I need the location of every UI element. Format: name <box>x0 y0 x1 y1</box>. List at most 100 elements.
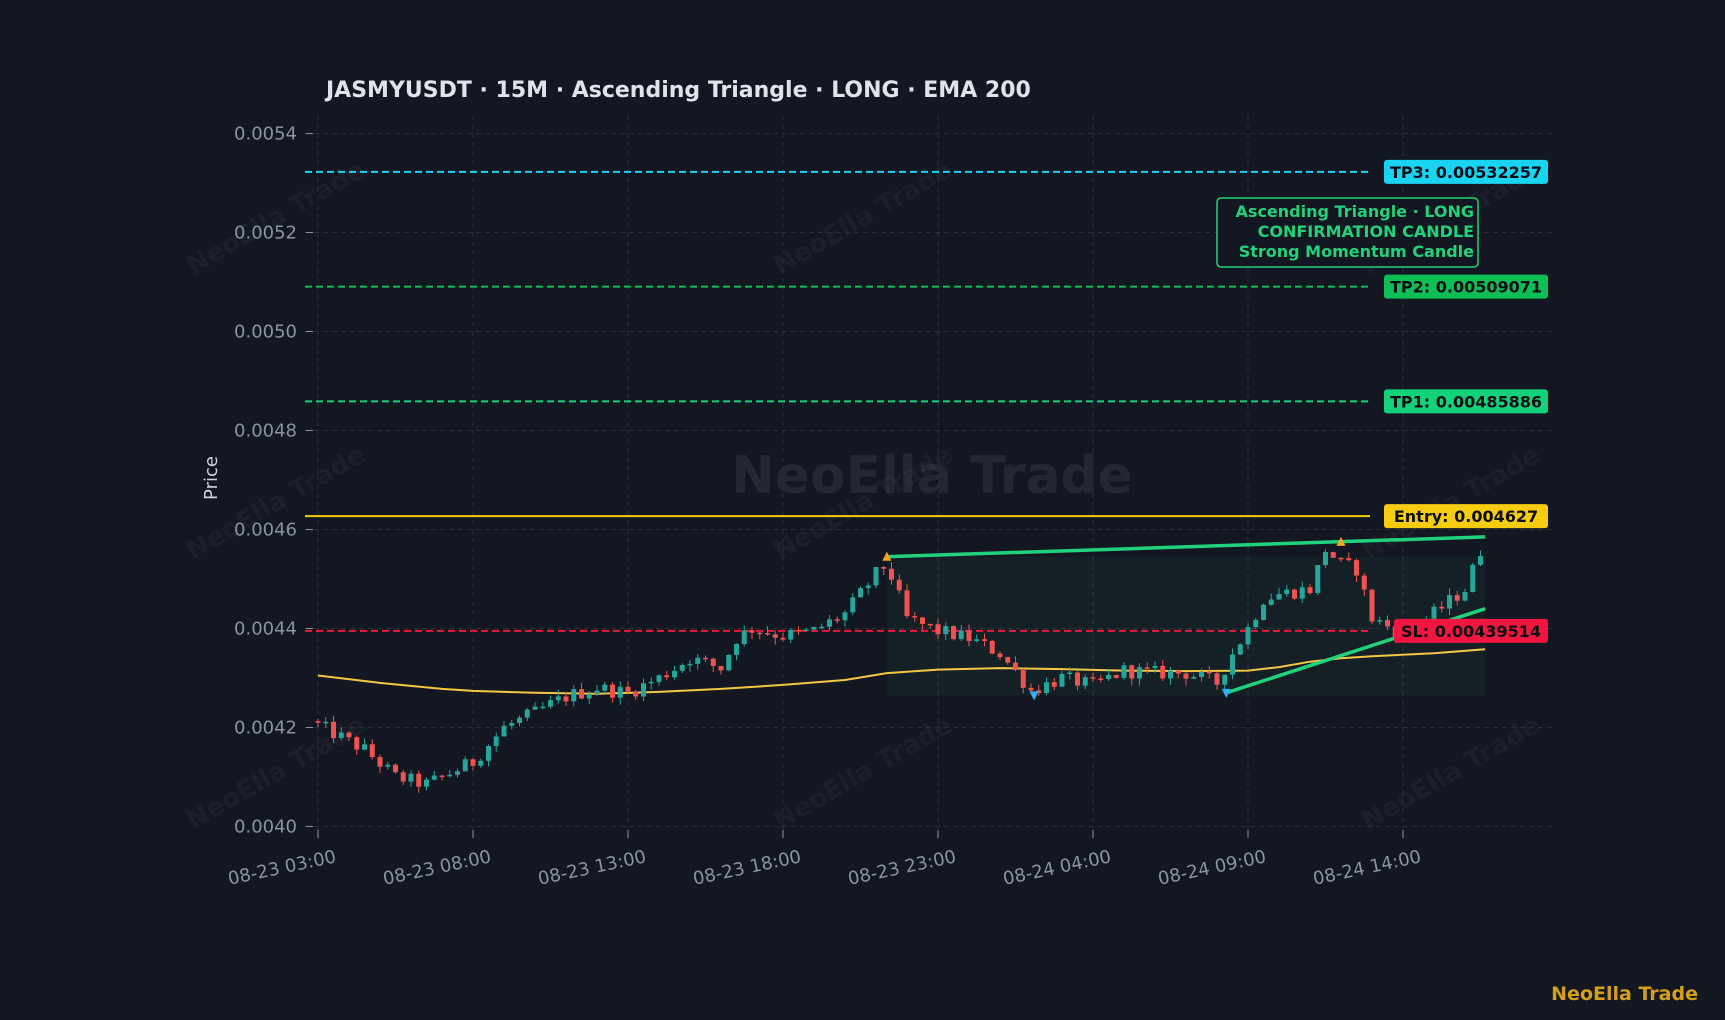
candle-body <box>726 654 732 671</box>
candle-body <box>1276 594 1282 600</box>
candlestick-chart: JASMYUSDT · 15M · Ascending Triangle · L… <box>201 78 1698 1005</box>
candle-body <box>703 657 708 660</box>
candle-body <box>912 616 918 618</box>
candle-body <box>524 709 530 718</box>
y-tick-label: 0.0040 <box>234 817 297 838</box>
candle-body <box>1346 558 1352 561</box>
watermark-tile: NeoElla Trade <box>768 155 957 281</box>
x-tick-label: 08-23 08:00 <box>381 846 493 889</box>
candle-body <box>501 725 507 737</box>
level-label-tp3: TP3: 0.00532257 <box>1390 163 1542 182</box>
x-tick-label: 08-24 09:00 <box>1156 846 1268 889</box>
y-tick-label: 0.0050 <box>234 322 297 343</box>
candle-body <box>974 639 980 642</box>
level-label-entry: Entry: 0.004627 <box>1394 507 1538 526</box>
candle-body <box>1222 674 1228 685</box>
level-label-tp1: TP1: 0.00485886 <box>1390 392 1542 411</box>
y-tick-label: 0.0046 <box>234 520 297 541</box>
candle-body <box>1175 670 1181 674</box>
candle-body <box>1067 672 1073 675</box>
candle-body <box>796 629 801 632</box>
candle-body <box>416 773 422 787</box>
candle-body <box>1144 667 1150 669</box>
candle-body <box>648 681 654 684</box>
candle-body <box>1199 671 1204 677</box>
candle-body <box>951 626 956 640</box>
candle-body <box>331 721 336 739</box>
candle-body <box>842 612 848 621</box>
candle-body <box>765 633 770 635</box>
candle-body <box>447 774 453 777</box>
candle-body <box>455 771 460 775</box>
candle-body <box>1044 682 1049 693</box>
chart-title: JASMYUSDT · 15M · Ascending Triangle · L… <box>324 78 1031 103</box>
candle-body <box>346 732 352 738</box>
candle-body <box>602 684 608 691</box>
candle-body <box>548 700 553 707</box>
candle-body <box>362 744 367 750</box>
y-tick-label: 0.0044 <box>234 619 297 640</box>
candle-body <box>369 744 375 758</box>
candle-body <box>400 772 406 782</box>
candle-body <box>1284 589 1290 595</box>
x-tick-label: 08-24 04:00 <box>1001 846 1113 889</box>
candle-body <box>617 686 623 698</box>
candle-body <box>1439 606 1445 609</box>
candle-body <box>811 626 817 630</box>
candle-body <box>989 640 995 654</box>
candle-body <box>1082 677 1088 686</box>
candle-body <box>1478 556 1483 565</box>
candle-body <box>579 689 584 699</box>
candle-body <box>734 644 739 655</box>
candle-body <box>509 722 515 726</box>
candle-body <box>920 617 925 624</box>
candle-body <box>1261 604 1266 620</box>
brand-footer: NeoElla Trade <box>1551 983 1698 1005</box>
candle-body <box>594 690 600 694</box>
candle-body <box>772 634 778 638</box>
candle-body <box>1191 676 1197 679</box>
y-tick-label: 0.0054 <box>234 124 297 145</box>
candle-body <box>803 629 809 631</box>
candle-body <box>672 670 677 678</box>
y-tick-label: 0.0048 <box>234 421 297 442</box>
candle-body <box>687 663 693 666</box>
candle-body <box>757 632 763 635</box>
candle-body <box>1338 557 1344 560</box>
candle-body <box>1005 657 1011 663</box>
x-tick-label: 08-24 14:00 <box>1311 846 1423 889</box>
candle-body <box>958 630 964 640</box>
candle-body <box>718 665 724 671</box>
candle-body <box>1160 665 1166 679</box>
candle-body <box>896 579 902 591</box>
candle-body <box>633 691 639 697</box>
candle-body <box>354 737 360 750</box>
annotation-line-1: Ascending Triangle · LONG <box>1236 202 1474 221</box>
candle-body <box>1447 595 1452 609</box>
candle-body <box>532 706 538 710</box>
candle-body <box>1098 678 1104 680</box>
chart-figure: JASMYUSDT · 15M · Ascending Triangle · L… <box>0 0 1725 1020</box>
candle-body <box>1253 619 1259 628</box>
candle-body <box>1454 595 1460 601</box>
candle-body <box>1462 591 1468 601</box>
candle-body <box>889 568 894 580</box>
candle-body <box>1307 587 1313 594</box>
candle-body <box>1168 670 1173 679</box>
candle-body <box>679 664 685 671</box>
candle-body <box>1183 673 1189 679</box>
candle-body <box>1377 620 1383 622</box>
candle-body <box>1121 665 1127 678</box>
candle-body <box>1075 672 1080 686</box>
pattern-annotation: Ascending Triangle · LONG CONFIRMATION C… <box>1216 197 1479 268</box>
candle-body <box>656 675 662 682</box>
candle-body <box>486 746 491 761</box>
candle-body <box>439 775 445 778</box>
x-tick-label: 08-23 13:00 <box>536 846 648 889</box>
candle-body <box>1470 564 1476 592</box>
candle-body <box>1245 627 1251 645</box>
candle-body <box>966 630 972 642</box>
candle-body <box>873 566 879 586</box>
candle-body <box>323 721 329 724</box>
candle-body <box>1354 560 1359 576</box>
